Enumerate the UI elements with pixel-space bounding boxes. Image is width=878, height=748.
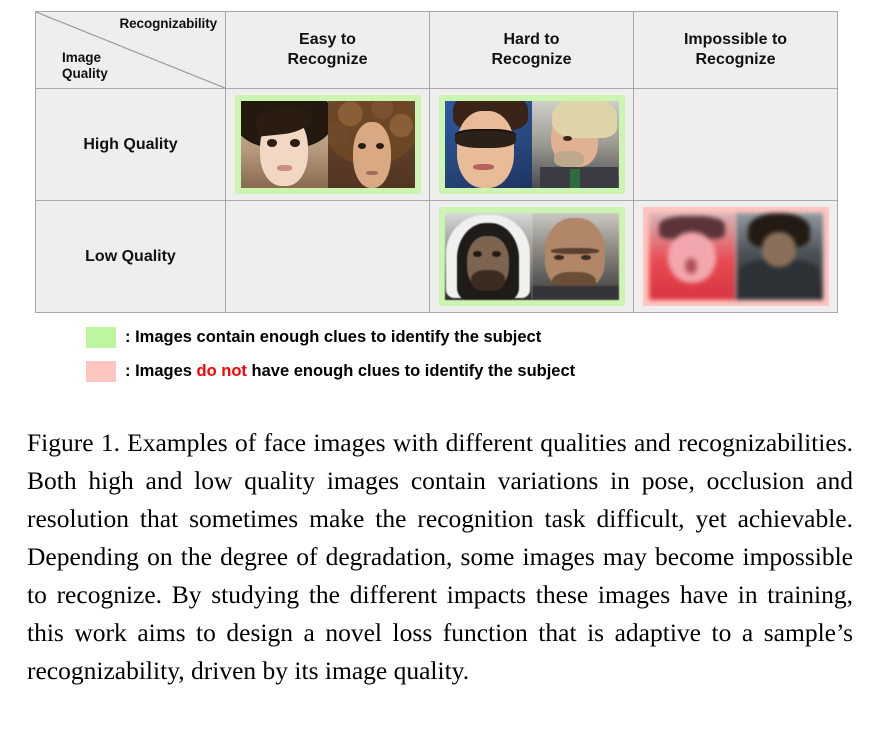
- column-header-impossible-line2: Recognize: [695, 51, 776, 68]
- figure-caption: Figure 1. Examples of face images with di…: [27, 424, 853, 690]
- matrix-corner-cell: Recognizability Image Quality: [35, 11, 226, 89]
- face-woman-sunglasses-image: [444, 101, 532, 188]
- legend-pink-text-after: have enough clues to identify the subjec…: [246, 361, 576, 380]
- photo-frame-pink: [642, 207, 829, 306]
- figure-legend: : Images contain enough clues to identif…: [35, 320, 838, 388]
- cell-high-quality-impossible-empty: [633, 88, 838, 201]
- photo-frame-green: [438, 207, 625, 306]
- image-pair: [240, 101, 415, 188]
- column-header-easy-line1: Easy to: [299, 31, 356, 49]
- legend-item-pink: : Images do not have enough clues to ide…: [35, 354, 838, 388]
- legend-text-green: : Images contain enough clues to identif…: [125, 327, 542, 346]
- image-pair: [444, 101, 619, 188]
- face-blond-man-profile-image: [531, 101, 619, 188]
- row-header-high-quality: High Quality: [35, 88, 226, 201]
- legend-swatch-pink-icon: [86, 360, 116, 382]
- cell-high-quality-hard: [429, 88, 634, 201]
- image-pair: [444, 213, 619, 300]
- legend-pink-emphasis: do not: [196, 361, 247, 380]
- quality-recognizability-matrix: Recognizability Image Quality Easy to Re…: [35, 11, 838, 313]
- face-hooded-man-lowres-image: [444, 213, 532, 300]
- legend-swatch-green-icon: [86, 326, 116, 348]
- table-row-high-quality: High Quality: [35, 88, 838, 201]
- face-asian-woman-smiling-image: [240, 101, 328, 188]
- image-pair: [648, 213, 823, 300]
- face-red-blur-unrecognizable-image: [648, 213, 736, 300]
- table-row-low-quality: Low Quality: [35, 200, 838, 313]
- photo-frame-green: [438, 95, 625, 194]
- legend-item-green: : Images contain enough clues to identif…: [35, 320, 838, 354]
- face-dark-blur-unrecognizable-image: [735, 213, 823, 300]
- column-header-easy-to-recognize: Easy to Recognize: [225, 11, 430, 89]
- row-header-low-quality: Low Quality: [35, 200, 226, 313]
- figure-caption-body: Examples of face images with different q…: [27, 428, 854, 685]
- table-header-row: Recognizability Image Quality Easy to Re…: [35, 11, 838, 89]
- corner-image-quality-line1: Image: [62, 50, 102, 66]
- column-header-easy-line2: Recognize: [287, 51, 368, 68]
- column-header-hard-to-recognize: Hard to Recognize: [429, 11, 634, 89]
- legend-text-pink: : Images do not have enough clues to ide…: [125, 362, 575, 381]
- legend-pink-text-before: : Images: [125, 361, 197, 380]
- corner-recognizability-label: Recognizability: [119, 16, 217, 31]
- cell-low-quality-impossible: [633, 200, 838, 313]
- column-header-impossible-to-recognize: Impossible to Recognize: [633, 11, 838, 89]
- corner-image-quality-line2: Quality: [62, 66, 108, 82]
- figure-caption-lead: Figure 1.: [27, 428, 121, 457]
- cell-low-quality-easy-empty: [225, 200, 430, 313]
- photo-frame-green: [234, 95, 421, 194]
- cell-high-quality-easy: [225, 88, 430, 201]
- face-bald-man-lowres-image: [531, 213, 619, 300]
- column-header-impossible-line1: Impossible to: [683, 31, 788, 49]
- column-header-hard-line2: Recognize: [491, 51, 572, 68]
- cell-low-quality-hard: [429, 200, 634, 313]
- face-curly-hair-woman-image: [327, 101, 415, 188]
- corner-image-quality-label: Image Quality: [62, 50, 108, 82]
- column-header-hard-line1: Hard to: [503, 31, 560, 49]
